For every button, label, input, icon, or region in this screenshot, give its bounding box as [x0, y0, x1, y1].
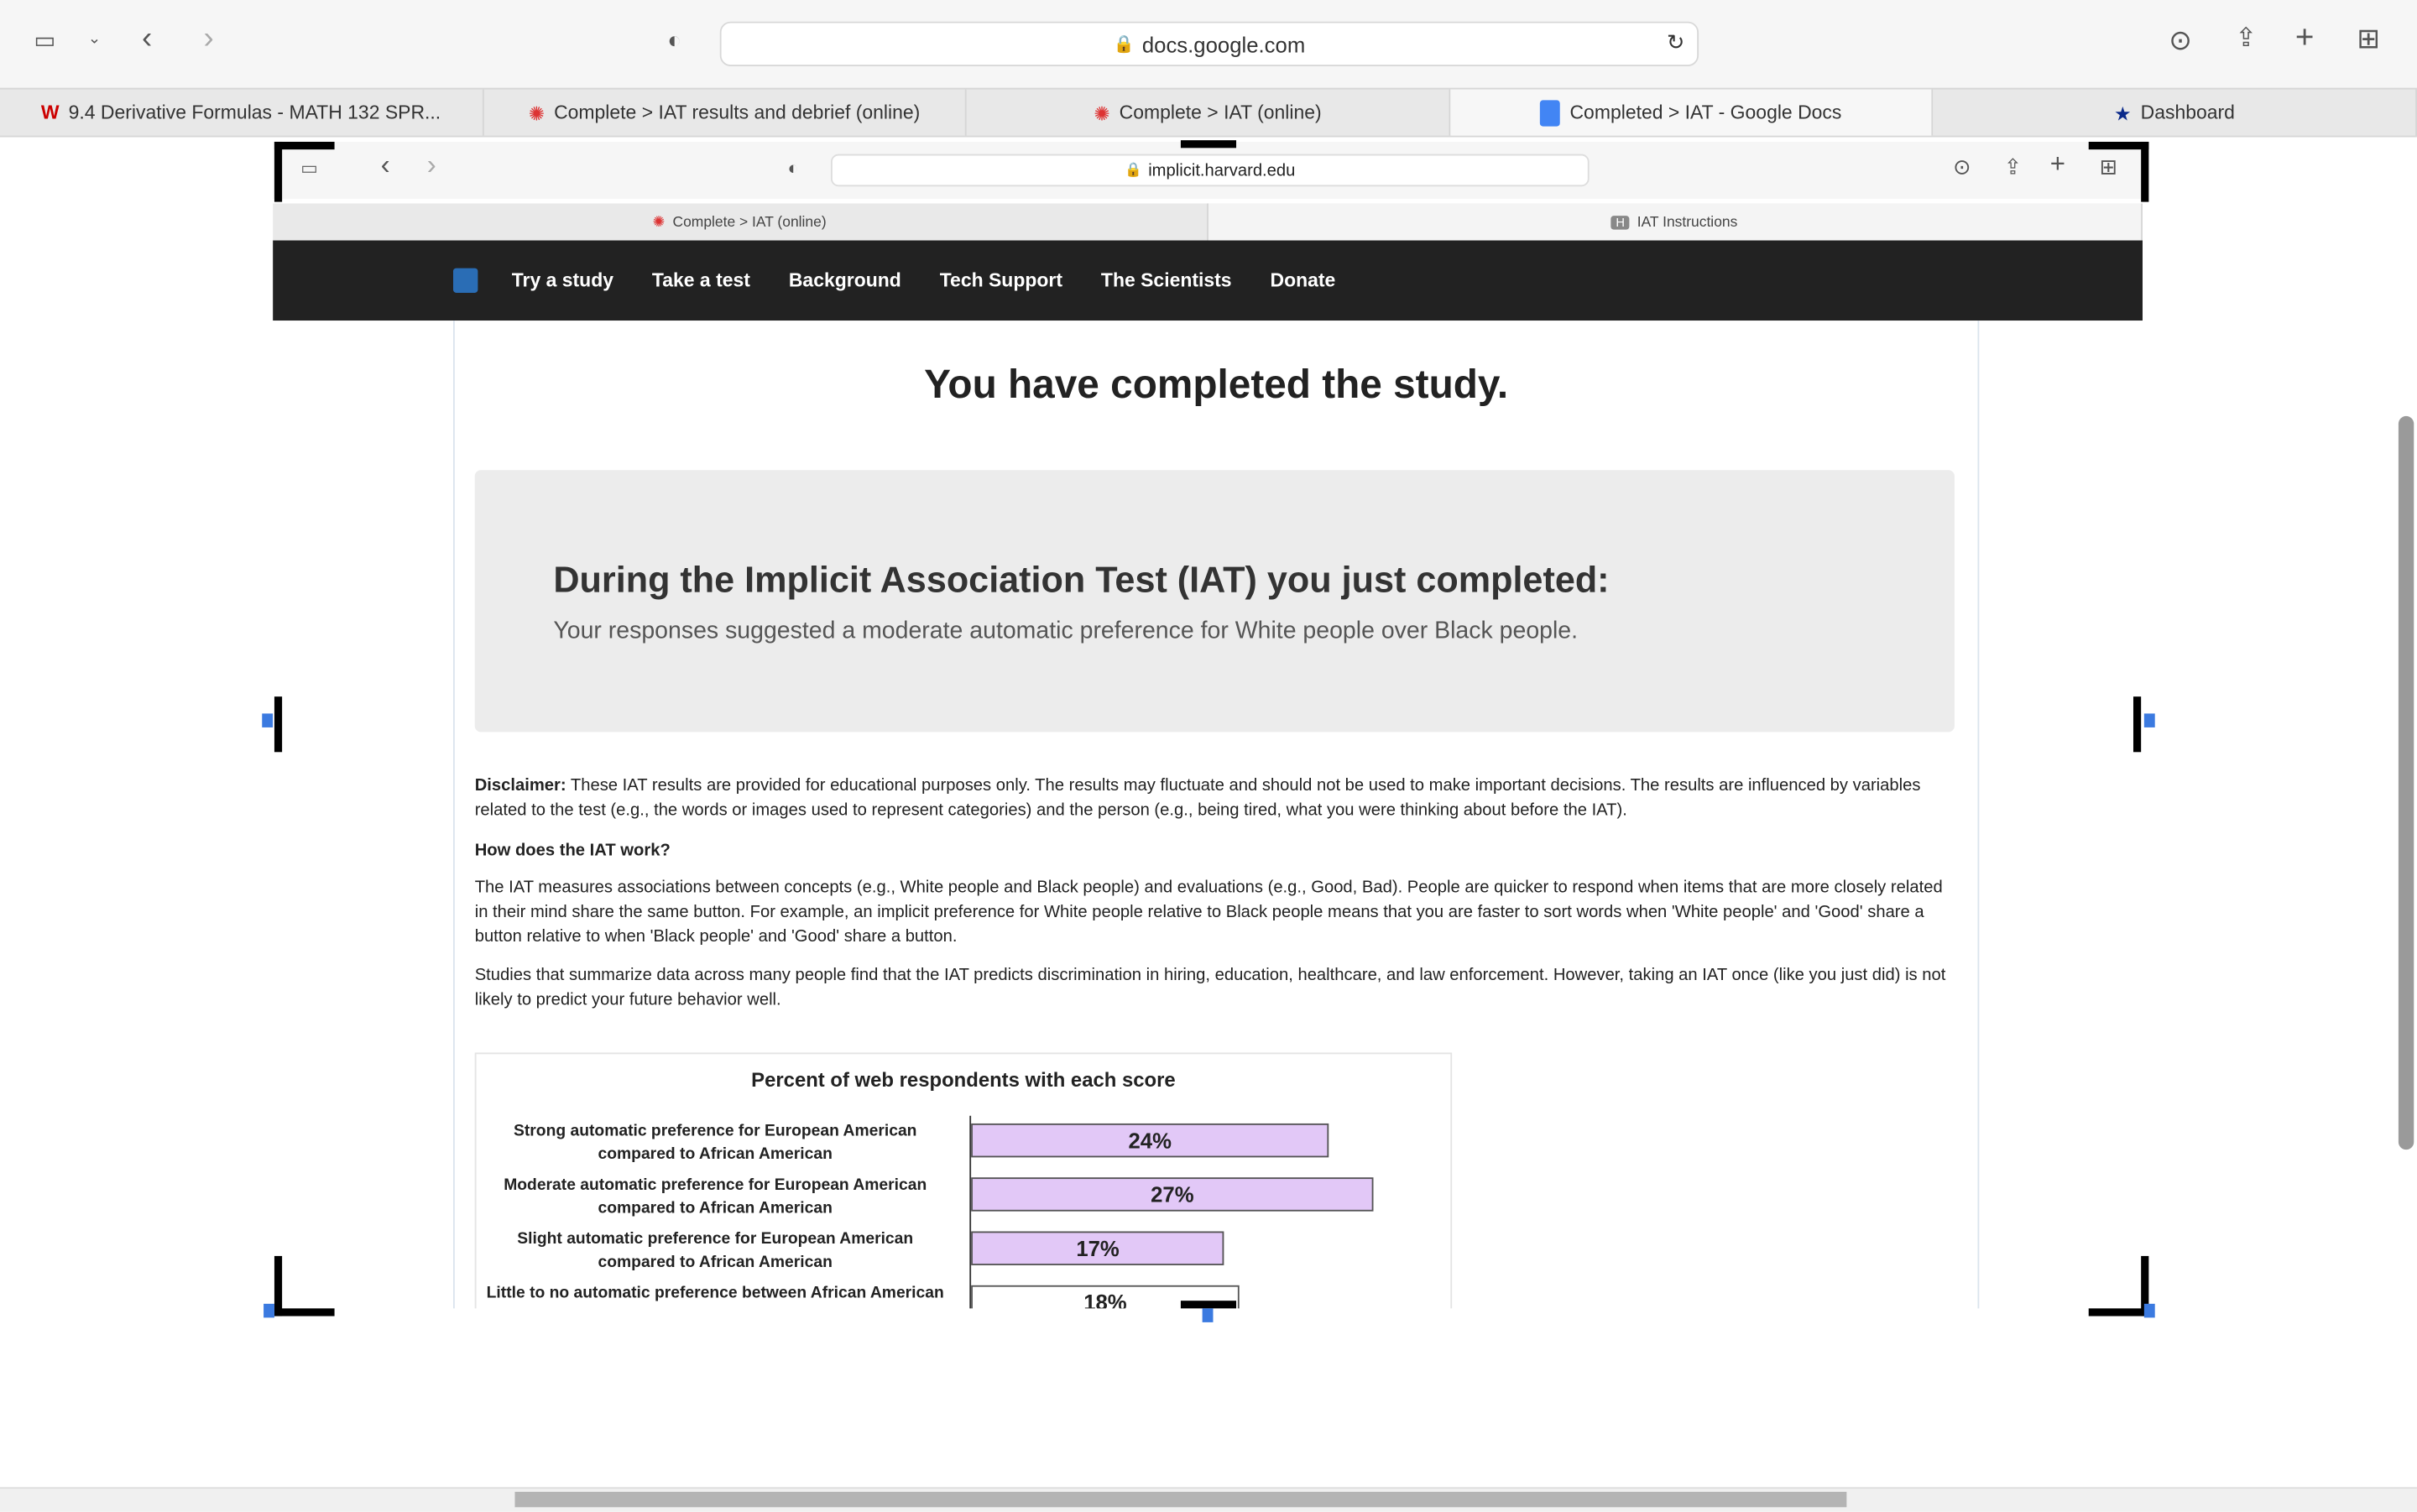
- share-icon: ⇪: [2003, 154, 2023, 180]
- crop-edge-handle[interactable]: [1180, 140, 1237, 149]
- browser-toolbar: ▭ ⌄ ‹ › ◐ 🔒 docs.google.com ↻ ⊙ ⇪ + ⊞: [0, 0, 2417, 88]
- resize-handle[interactable]: [262, 713, 274, 727]
- resize-handle[interactable]: [2143, 713, 2155, 727]
- canvas-icon: ✺: [652, 213, 666, 231]
- page-content: You have completed the study. During the…: [452, 321, 1980, 1309]
- address-bar[interactable]: 🔒 docs.google.com ↻: [719, 21, 1699, 66]
- chart-title: Percent of web respondents with each sco…: [751, 1067, 1176, 1092]
- chart-category-label: Slight automatic preference for European…: [517, 1229, 914, 1272]
- site-nav: Try a study Take a test Background Tech …: [273, 240, 2143, 321]
- page-title: You have completed the study.: [924, 360, 1509, 407]
- chart-bar: 27%: [971, 1177, 1374, 1212]
- tab-derivative-formulas[interactable]: W 9.4 Derivative Formulas - MATH 132 SPR.…: [0, 89, 483, 136]
- embedded-screenshot[interactable]: ▭ ‹ › ◐ 🔒 implicit.harvard.edu ⊙ ⇪ + ⊞ ✺ C…: [273, 141, 2143, 1309]
- crop-corner[interactable]: [2088, 141, 2149, 202]
- disclaimer: Disclaimer: These IAT results are provid…: [474, 776, 1921, 821]
- horizontal-scrollbar[interactable]: [514, 1491, 1847, 1508]
- site-logo-icon: [452, 268, 478, 293]
- nav-background: Background: [788, 269, 901, 292]
- lock-icon: 🔒: [1113, 35, 1135, 55]
- forward-icon[interactable]: ›: [203, 22, 213, 57]
- canvas-icon: ✺: [528, 102, 546, 124]
- how-heading: How does the IAT work?: [474, 841, 671, 860]
- shield-star-icon: ★: [2114, 102, 2132, 124]
- download-icon[interactable]: ⊙: [2169, 24, 2192, 57]
- nav-donate: Donate: [1270, 269, 1336, 292]
- result-heading: During the Implicit Association Test (IA…: [553, 559, 1610, 600]
- nav-take-a-test: Take a test: [651, 269, 750, 292]
- new-tab-icon[interactable]: +: [2295, 20, 2315, 57]
- chevron-down-icon[interactable]: ⌄: [88, 31, 101, 48]
- forward-icon: ›: [426, 149, 436, 180]
- google-docs-icon: [1540, 99, 1561, 126]
- paragraph-1: The IAT measures associations between co…: [474, 878, 1943, 946]
- inner-tab-iat-online: ✺ Complete > IAT (online): [273, 203, 1208, 241]
- tab-dashboard[interactable]: ★ Dashboard: [1934, 89, 2417, 136]
- canvas-icon: ✺: [1094, 102, 1110, 124]
- vertical-scrollbar[interactable]: [2398, 415, 2414, 1150]
- download-icon: ⊙: [1953, 154, 1971, 180]
- chart-category-label: Little to no automatic preference betwee…: [486, 1283, 944, 1308]
- inner-tab-iat-instructions: H IAT Instructions: [1208, 203, 2143, 241]
- wolfram-alpha-icon: W: [40, 102, 60, 123]
- chart-bar: 17%: [971, 1231, 1225, 1265]
- nav-the-scientists: The Scientists: [1100, 269, 1232, 292]
- resize-handle[interactable]: [264, 1303, 274, 1318]
- inner-toolbar: ▭ ‹ › ◐ 🔒 implicit.harvard.edu ⊙ ⇪ + ⊞: [273, 141, 2143, 199]
- crop-edge-handle[interactable]: [2132, 696, 2142, 753]
- chart-data-label: 17%: [1076, 1236, 1120, 1261]
- crop-edge-handle[interactable]: [274, 696, 283, 753]
- crop-corner[interactable]: [2088, 1255, 2149, 1316]
- lock-icon: 🔒: [1125, 161, 1142, 178]
- crop-edge-handle[interactable]: [1180, 1301, 1237, 1309]
- inner-address-bar: 🔒 implicit.harvard.edu: [830, 154, 1590, 187]
- tab-iat-online[interactable]: ✺ Complete > IAT (online): [967, 89, 1450, 136]
- share-icon[interactable]: ⇪: [2235, 23, 2257, 55]
- resize-handle[interactable]: [2143, 1303, 2155, 1318]
- crop-corner[interactable]: [274, 141, 335, 202]
- score-chart: Percent of web respondents with each sco…: [474, 1052, 1453, 1309]
- nav-tech-support: Tech Support: [939, 269, 1063, 292]
- result-box: During the Implicit Association Test (IA…: [474, 470, 1955, 733]
- reload-icon[interactable]: ↻: [1667, 29, 1685, 55]
- tab-bar: W 9.4 Derivative Formulas - MATH 132 SPR.…: [0, 87, 2417, 138]
- back-icon[interactable]: ‹: [142, 22, 152, 57]
- chart-data-label: 24%: [1128, 1128, 1172, 1153]
- paragraph-2: Studies that summarize data across many …: [474, 966, 1946, 1010]
- harvard-icon: H: [1610, 215, 1630, 229]
- nav-try-a-study: Try a study: [511, 269, 614, 292]
- chart-category-label: Strong automatic preference for European…: [513, 1122, 917, 1164]
- tab-google-docs[interactable]: Completed > IAT - Google Docs: [1449, 89, 1934, 136]
- inner-tab-bar: ✺ Complete > IAT (online) H IAT Instructio…: [273, 203, 2143, 241]
- chart-data-label: 18%: [1083, 1290, 1127, 1309]
- tab-iat-results[interactable]: ✺ Complete > IAT results and debrief (onl…: [483, 89, 967, 136]
- chart-data-label: 27%: [1151, 1181, 1194, 1207]
- tab-overview-icon[interactable]: ⊞: [2357, 23, 2380, 56]
- shield-icon[interactable]: ◐: [667, 28, 681, 54]
- chart-category-label: Moderate automatic preference for Europe…: [504, 1176, 927, 1217]
- resize-handle[interactable]: [1202, 1308, 1214, 1322]
- chart-bar: 24%: [971, 1123, 1329, 1158]
- shield-icon: ◐: [787, 157, 799, 180]
- back-icon: ‹: [380, 149, 390, 180]
- result-text: Your responses suggested a moderate auto…: [553, 618, 1579, 644]
- crop-corner[interactable]: [274, 1255, 335, 1316]
- new-tab-icon: +: [2049, 149, 2066, 180]
- sidebar-toggle-icon[interactable]: ▭: [34, 26, 55, 54]
